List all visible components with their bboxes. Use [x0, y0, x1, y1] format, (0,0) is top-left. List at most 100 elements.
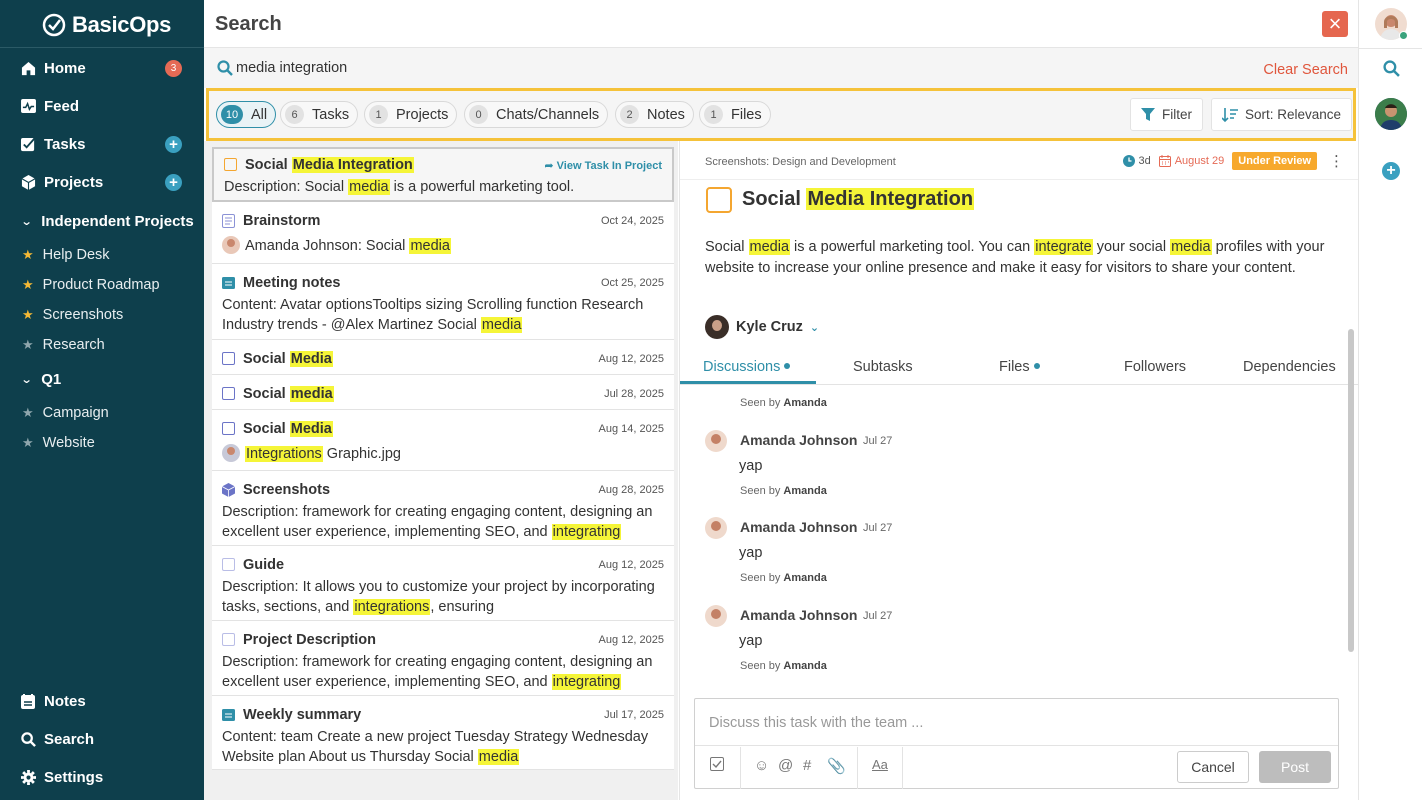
close-icon: ×	[1328, 11, 1342, 36]
filter-chip-notes[interactable]: 2 Notes	[615, 101, 694, 128]
result-item[interactable]: Guide Aug 12, 2025 Description: It allow…	[212, 546, 674, 621]
highlight: Media Integration	[291, 157, 414, 173]
result-item[interactable]: Weekly summary Jul 17, 2025 Content: tea…	[212, 696, 674, 770]
nav-search[interactable]: Search	[0, 724, 204, 754]
tab-followers[interactable]: Followers	[1124, 359, 1186, 375]
text-format-icon[interactable]: Aa	[872, 757, 888, 772]
more-options-icon[interactable]: ⋮	[1329, 152, 1344, 170]
star-icon[interactable]: ★	[22, 277, 34, 293]
team-member-avatar[interactable]	[1375, 98, 1407, 130]
project-campaign[interactable]: ★ Campaign	[0, 399, 204, 427]
tab-dependencies[interactable]: Dependencies	[1243, 359, 1336, 375]
filter-chip-projects[interactable]: 1 Projects	[364, 101, 458, 128]
close-search-button[interactable]: ×	[1322, 11, 1348, 37]
section-q1[interactable]: ⌄ Q1	[0, 365, 204, 393]
sidebar-divider	[0, 47, 204, 48]
result-date: Aug 14, 2025	[598, 423, 664, 435]
result-title: Project Description	[243, 632, 376, 648]
clear-search-button[interactable]: Clear Search	[1263, 62, 1348, 78]
result-item[interactable]: Project Description Aug 12, 2025 Descrip…	[212, 621, 674, 696]
add-member-icon[interactable]: +	[1382, 162, 1400, 180]
status-badge[interactable]: Under Review	[1232, 152, 1317, 170]
search-input[interactable]: media integration	[236, 60, 347, 76]
unread-dot	[784, 363, 791, 369]
nav-tasks[interactable]: Tasks +	[0, 129, 204, 159]
filter-chip-tasks[interactable]: 6 Tasks	[280, 101, 359, 128]
filter-chip-chats-channels[interactable]: 0 Chats/Channels	[464, 101, 609, 128]
result-item[interactable]: Brainstorm Oct 24, 2025 Amanda Johnson: …	[212, 202, 674, 264]
chip-count: 1	[704, 105, 723, 124]
emoji-icon[interactable]: ☺	[754, 757, 769, 774]
filter-button[interactable]: Filter	[1130, 98, 1203, 131]
due-date[interactable]: August 29	[1158, 155, 1224, 167]
task-complete-checkbox[interactable]	[706, 187, 732, 213]
filter-chip-files[interactable]: 1 Files	[699, 101, 771, 128]
view-task-in-project-link[interactable]: ➦ View Task In Project	[544, 159, 662, 172]
star-icon[interactable]: ★	[22, 247, 34, 263]
star-icon[interactable]: ★	[22, 307, 34, 323]
time-estimate[interactable]: 3d	[1123, 155, 1151, 167]
task-checkbox-icon	[222, 352, 236, 366]
tab-subtasks[interactable]: Subtasks	[853, 359, 913, 375]
chip-label: Chats/Channels	[496, 106, 600, 123]
nav-notes[interactable]: Notes	[0, 686, 204, 716]
project-screenshots[interactable]: ★ Screenshots	[0, 301, 204, 329]
result-description: Description: framework for creating enga…	[222, 504, 653, 540]
post-button[interactable]: Post	[1259, 751, 1331, 783]
task-title[interactable]: Social Media Integration	[742, 188, 975, 211]
star-icon[interactable]: ★	[22, 337, 34, 353]
project-product-roadmap[interactable]: ★ Product Roadmap	[0, 271, 204, 299]
result-description: Description: Social media is a powerful …	[224, 179, 575, 195]
attachment-icon[interactable]: 📎	[827, 757, 846, 775]
result-item[interactable]: Social Media Integration ➦ View Task In …	[212, 147, 674, 202]
nav-feed[interactable]: Feed	[0, 91, 204, 121]
cancel-button[interactable]: Cancel	[1177, 751, 1249, 783]
result-item[interactable]: Social Media Aug 12, 2025	[212, 340, 674, 375]
nav-settings[interactable]: Settings	[0, 762, 204, 792]
add-task-icon[interactable]: +	[165, 135, 182, 153]
nav-label: Tasks	[44, 135, 86, 153]
calendar-icon	[1158, 155, 1171, 167]
nav-home[interactable]: Home 3	[0, 53, 204, 83]
tab-discussions[interactable]: Discussions	[703, 359, 791, 375]
message-composer: Discuss this task with the team ... ☺ @ …	[694, 698, 1339, 789]
nav-projects[interactable]: Projects +	[0, 167, 204, 197]
message-author[interactable]: Amanda Johnson	[740, 432, 857, 448]
section-independent-projects[interactable]: ⌄ Independent Projects	[0, 207, 204, 235]
add-project-icon[interactable]: +	[165, 173, 182, 191]
task-description[interactable]: Social media is a powerful marketing too…	[705, 237, 1325, 279]
tab-files[interactable]: Files	[999, 359, 1040, 375]
result-item[interactable]: Meeting notes Oct 25, 2025 Content: Avat…	[212, 264, 674, 340]
scrollbar[interactable]	[1348, 329, 1354, 652]
message-date: Jul 27	[863, 610, 893, 622]
search-icon[interactable]	[1383, 60, 1400, 80]
result-title: Social Media Integration	[245, 157, 414, 173]
breadcrumb[interactable]: Screenshots: Design and Development	[705, 156, 896, 168]
filter-chip-all[interactable]: 10 All	[216, 101, 277, 128]
message-author[interactable]: Amanda Johnson	[740, 519, 857, 535]
project-research[interactable]: ★ Research	[0, 331, 204, 359]
chip-count: 0	[469, 105, 488, 124]
page-title: Search	[215, 13, 282, 35]
divider	[740, 747, 741, 789]
project-website[interactable]: ★ Website	[0, 429, 204, 457]
result-description: Description: It allows you to customize …	[222, 579, 655, 615]
assignee-selector[interactable]: Kyle Cruz ⌄	[705, 315, 819, 339]
file-thumbnail-icon	[222, 444, 240, 462]
project-help-desk[interactable]: ★ Help Desk	[0, 241, 204, 269]
hashtag-icon[interactable]: #	[803, 757, 811, 774]
checkbox-icon[interactable]	[710, 757, 724, 775]
sort-button[interactable]: Sort: Relevance	[1211, 98, 1353, 131]
star-icon[interactable]: ★	[22, 435, 34, 451]
logo[interactable]: BasicOps	[42, 10, 171, 40]
message-text: yap	[739, 458, 763, 474]
message-author[interactable]: Amanda Johnson	[740, 607, 857, 623]
result-item[interactable]: Screenshots Aug 28, 2025 Description: fr…	[212, 471, 674, 546]
message-text: yap	[739, 545, 763, 561]
star-icon[interactable]: ★	[22, 405, 34, 421]
filter-label: Filter	[1162, 107, 1192, 122]
discussion-input[interactable]: Discuss this task with the team ...	[709, 715, 923, 731]
result-item[interactable]: Social Media Aug 14, 2025 Integrations G…	[212, 410, 674, 471]
mention-icon[interactable]: @	[778, 757, 793, 774]
result-item[interactable]: Social media Jul 28, 2025	[212, 375, 674, 410]
